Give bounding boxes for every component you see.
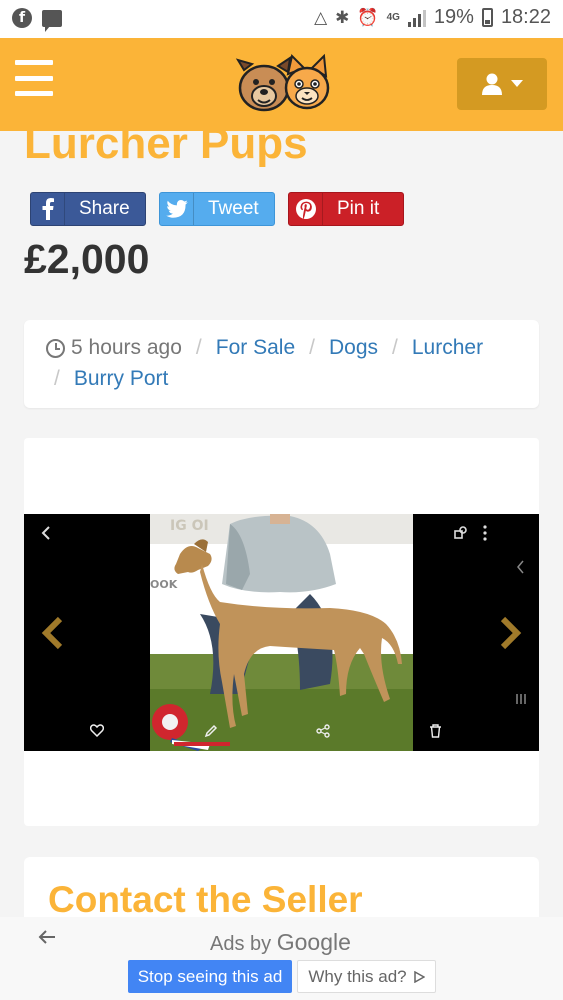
recent-apps-icon <box>516 694 526 704</box>
bluetooth-icon: ✱ <box>335 7 350 28</box>
trash-icon <box>430 724 441 738</box>
breadcrumb-line-1: 5 hours ago / For Sale / Dogs / Lurcher <box>46 336 483 360</box>
why-this-ad-button[interactable]: Why this ad? <box>297 960 436 993</box>
posted-time: 5 hours ago <box>71 336 182 359</box>
contact-seller-title: Contact the Seller <box>48 879 363 920</box>
battery-percent: 19% <box>433 6 474 28</box>
user-icon <box>482 73 502 95</box>
arrow-left-icon[interactable] <box>38 930 56 944</box>
why-this-ad-label: Why this ad? <box>308 966 407 986</box>
back-icon <box>41 526 50 540</box>
alarm-icon: ⏰ <box>357 7 379 28</box>
listing-price: £2,000 <box>24 236 150 282</box>
breadcrumb-link-lurcher[interactable]: Lurcher <box>412 336 483 360</box>
dog-photo: IG OI OOK <box>150 514 413 751</box>
facebook-share-button[interactable]: Share <box>30 192 146 226</box>
pinterest-pin-label: Pin it <box>337 198 380 219</box>
breadcrumb-link-burry-port[interactable]: Burry Port <box>74 367 169 391</box>
network-4g-icon: 4G <box>386 11 400 23</box>
listing-title: Lurcher Pups <box>24 119 308 168</box>
gallery-image-frame: IG OI OOK <box>24 514 539 751</box>
battery-icon <box>481 8 493 27</box>
ads-by-text: Ads by <box>210 933 272 955</box>
edit-icon <box>204 724 218 738</box>
breadcrumb-link-dogs[interactable]: Dogs <box>329 336 378 360</box>
breadcrumb-separator: / <box>392 336 398 359</box>
twitter-icon <box>160 193 194 225</box>
heart-icon <box>90 724 104 737</box>
pinterest-pin-button[interactable]: Pin it <box>288 192 404 226</box>
breadcrumb-link-for-sale[interactable]: For Sale <box>216 336 295 360</box>
breadcrumb-separator: / <box>54 367 60 390</box>
dog-and-cat-logo[interactable] <box>234 52 330 112</box>
cast-icon <box>454 526 467 539</box>
caret-down-icon <box>511 80 523 87</box>
breadcrumb-line-2: / Burry Port <box>46 367 168 391</box>
facebook-icon <box>31 193 65 225</box>
share-icon <box>316 724 330 738</box>
breadcrumb-separator: / <box>309 336 315 359</box>
ads-by-google-label: Ads by Google <box>210 929 351 956</box>
nav-back-icon <box>517 560 524 574</box>
clock-time: 18:22 <box>500 6 551 28</box>
signal-icon <box>407 9 426 27</box>
image-gallery: IG OI OOK <box>24 438 539 826</box>
hamburger-icon[interactable] <box>15 60 53 96</box>
share-buttons: Share Tweet Pin it <box>30 192 404 226</box>
pinterest-icon <box>289 193 323 225</box>
clock-icon <box>46 338 65 358</box>
chevron-left-icon[interactable] <box>38 615 68 651</box>
site-header <box>0 38 563 131</box>
twitter-tweet-button[interactable]: Tweet <box>159 192 275 226</box>
stop-seeing-ad-button[interactable]: Stop seeing this ad <box>128 960 292 993</box>
twitter-tweet-label: Tweet <box>208 198 259 219</box>
facebook-icon: f <box>12 8 32 28</box>
svg-text:OOK: OOK <box>150 578 178 591</box>
more-icon <box>483 525 487 541</box>
data-saver-icon: △ <box>314 7 328 28</box>
status-bar: f △ ✱ ⏰ 4G 19% 18:22 <box>0 0 563 38</box>
breadcrumb-separator: / <box>195 336 202 359</box>
google-ad-bar: Ads by Google Stop seeing this ad Why th… <box>0 917 563 1000</box>
svg-text:IG OI: IG OI <box>170 518 209 534</box>
adchoices-icon <box>413 970 425 983</box>
message-icon <box>42 9 62 32</box>
google-wordmark: Google <box>276 929 351 955</box>
chevron-right-icon[interactable] <box>495 615 525 651</box>
breadcrumb: 5 hours ago / For Sale / Dogs / Lurcher … <box>24 320 539 408</box>
facebook-share-label: Share <box>79 198 130 219</box>
user-menu-button[interactable] <box>457 58 547 110</box>
